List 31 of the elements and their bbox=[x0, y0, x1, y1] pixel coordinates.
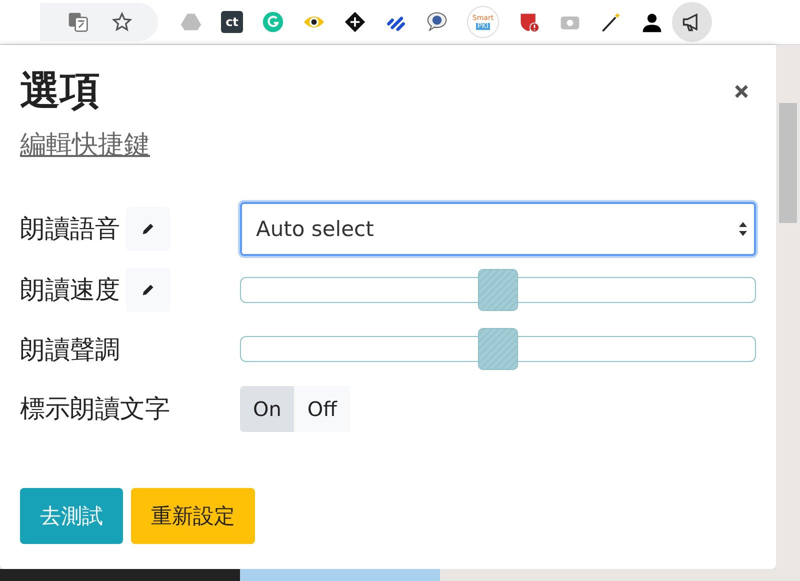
diamond-plus-icon[interactable] bbox=[344, 11, 366, 33]
person-icon[interactable] bbox=[641, 11, 663, 33]
edit-button[interactable] bbox=[126, 268, 170, 312]
voice-dropdown[interactable]: Auto select bbox=[240, 202, 756, 256]
shield-alert-icon[interactable] bbox=[518, 11, 540, 33]
slider-track[interactable] bbox=[240, 268, 756, 310]
edit-shortcuts-link[interactable]: 編輯快捷鍵 bbox=[20, 127, 150, 162]
close-icon[interactable] bbox=[733, 82, 750, 100]
setting-label: 朗讀語音 bbox=[20, 213, 120, 245]
translate-icon[interactable] bbox=[67, 11, 89, 33]
action-button[interactable]: 重新設定 bbox=[131, 488, 255, 544]
address-bar[interactable] bbox=[40, 3, 158, 41]
pencil-icon bbox=[141, 222, 155, 236]
pencil-icon bbox=[141, 282, 155, 296]
slider-thumb[interactable] bbox=[478, 328, 518, 370]
toggle-option[interactable]: On bbox=[240, 386, 294, 432]
ct-logo-icon[interactable]: ct bbox=[221, 11, 243, 33]
setting-label: 朗讀聲調 bbox=[20, 334, 120, 366]
star-icon[interactable] bbox=[111, 11, 133, 33]
speech-bubble-icon[interactable] bbox=[426, 11, 448, 33]
up-down-arrows-icon bbox=[738, 220, 748, 238]
setting-label: 標示朗讀文字 bbox=[20, 393, 170, 425]
setting-label: 朗讀速度 bbox=[20, 274, 120, 306]
slider-thumb[interactable] bbox=[478, 268, 518, 310]
popup-title: 選項 bbox=[20, 67, 100, 115]
magic-wand-icon[interactable] bbox=[600, 11, 622, 33]
scrollbar[interactable] bbox=[776, 45, 800, 569]
slider-track[interactable] bbox=[240, 328, 756, 370]
megaphone-button[interactable] bbox=[672, 2, 712, 42]
edit-button[interactable] bbox=[126, 206, 170, 250]
toggle-option[interactable]: Off bbox=[294, 386, 350, 432]
